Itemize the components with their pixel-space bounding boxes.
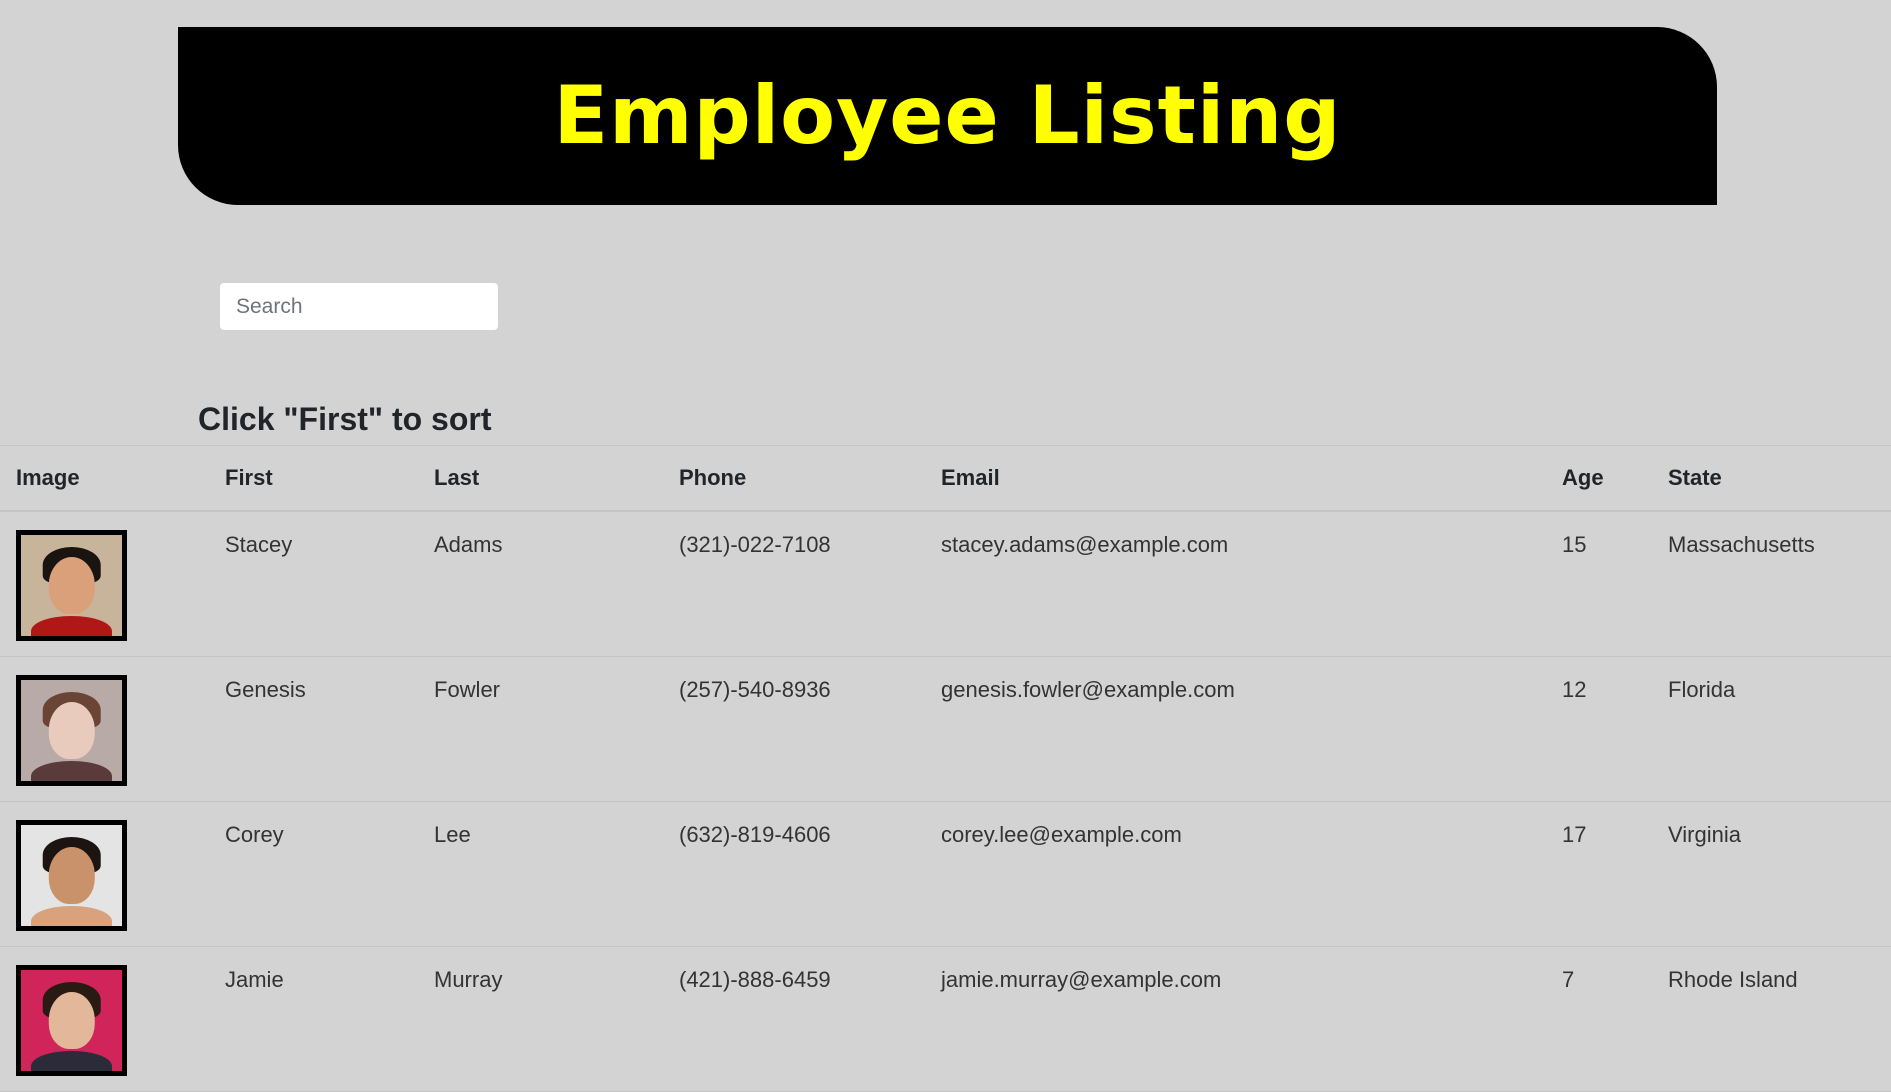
employee-photo xyxy=(16,820,127,931)
cell-state: Virginia xyxy=(1652,801,1891,947)
cell-first: Genesis xyxy=(209,656,418,802)
cell-state: Florida xyxy=(1652,656,1891,802)
cell-last: Murray xyxy=(418,946,663,1092)
employee-photo xyxy=(16,965,127,1076)
cell-last: Fowler xyxy=(418,656,663,802)
cell-email: genesis.fowler@example.com xyxy=(925,656,1546,802)
column-header-image: Image xyxy=(0,445,209,512)
column-header-state: State xyxy=(1652,445,1891,512)
table-row: Corey Lee (632)-819-4606 corey.lee@examp… xyxy=(0,801,1891,947)
search-input[interactable] xyxy=(219,282,499,331)
table-row: Genesis Fowler (257)-540-8936 genesis.fo… xyxy=(0,656,1891,802)
table-row: Jamie Murray (421)-888-6459 jamie.murray… xyxy=(0,946,1891,1092)
cell-age: 15 xyxy=(1546,511,1652,657)
employee-photo xyxy=(16,675,127,786)
cell-state: Rhode Island xyxy=(1652,946,1891,1092)
column-header-age: Age xyxy=(1546,445,1652,512)
cell-phone: (321)-022-7108 xyxy=(663,511,925,657)
employee-table: Image First Last Phone Email Age State S… xyxy=(0,445,1891,1092)
cell-state: Massachusetts xyxy=(1652,511,1891,657)
cell-phone: (257)-540-8936 xyxy=(663,656,925,802)
cell-last: Lee xyxy=(418,801,663,947)
cell-email: jamie.murray@example.com xyxy=(925,946,1546,1092)
header-banner: Employee Listing xyxy=(178,27,1717,205)
table-row: Stacey Adams (321)-022-7108 stacey.adams… xyxy=(0,511,1891,657)
table-header-row: Image First Last Phone Email Age State xyxy=(0,445,1891,512)
sort-hint: Click "First" to sort xyxy=(198,401,492,437)
cell-email: stacey.adams@example.com xyxy=(925,511,1546,657)
cell-email: corey.lee@example.com xyxy=(925,801,1546,947)
cell-phone: (421)-888-6459 xyxy=(663,946,925,1092)
cell-age: 12 xyxy=(1546,656,1652,802)
cell-age: 17 xyxy=(1546,801,1652,947)
column-header-first[interactable]: First xyxy=(209,445,418,512)
cell-age: 7 xyxy=(1546,946,1652,1092)
column-header-last: Last xyxy=(418,445,663,512)
cell-phone: (632)-819-4606 xyxy=(663,801,925,947)
cell-last: Adams xyxy=(418,511,663,657)
cell-first: Corey xyxy=(209,801,418,947)
column-header-phone: Phone xyxy=(663,445,925,512)
column-header-email: Email xyxy=(925,445,1546,512)
cell-first: Jamie xyxy=(209,946,418,1092)
page-title: Employee Listing xyxy=(553,69,1342,162)
cell-first: Stacey xyxy=(209,511,418,657)
employee-photo xyxy=(16,530,127,641)
